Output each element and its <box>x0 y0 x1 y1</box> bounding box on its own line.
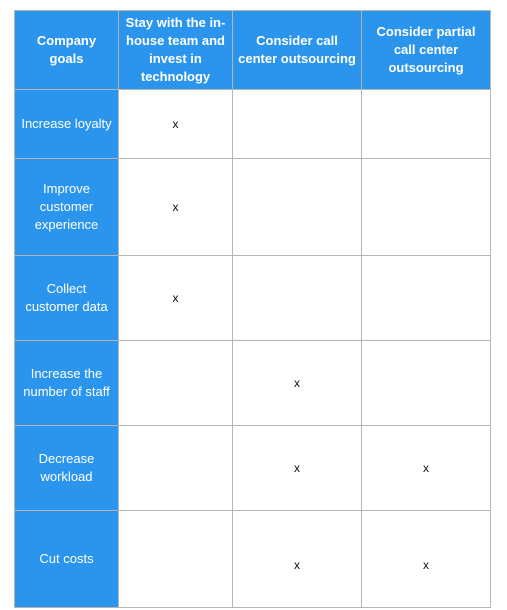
mark-cell <box>118 510 233 608</box>
header-row: Company goals Stay with the in-house tea… <box>14 10 491 90</box>
goal-cell: Decrease workload <box>14 425 119 511</box>
goal-cell: Increase loyalty <box>14 89 119 159</box>
mark-cell <box>118 340 233 426</box>
mark-cell <box>361 89 491 159</box>
header-outsourcing: Consider call center outsourcing <box>232 10 362 90</box>
mark-cell: x <box>118 158 233 256</box>
goal-cell: Increase the number of staff <box>14 340 119 426</box>
goal-cell: Cut costs <box>14 510 119 608</box>
mark-cell: x <box>361 425 491 511</box>
mark-cell: x <box>118 89 233 159</box>
mark-cell <box>361 340 491 426</box>
goal-cell: Improve customer experience <box>14 158 119 256</box>
table-row: Decrease workload x x <box>14 425 491 511</box>
mark-cell: x <box>361 510 491 608</box>
goals-comparison-table: Company goals Stay with the in-house tea… <box>14 10 491 608</box>
mark-cell <box>118 425 233 511</box>
table-row: Cut costs x x <box>14 510 491 608</box>
table-row: Collect customer data x <box>14 255 491 341</box>
table-row: Increase loyalty x <box>14 89 491 159</box>
table-row: Increase the number of staff x <box>14 340 491 426</box>
mark-cell <box>232 255 362 341</box>
header-company-goals: Company goals <box>14 10 119 90</box>
table-row: Improve customer experience x <box>14 158 491 256</box>
mark-cell <box>361 255 491 341</box>
header-partial-outsourcing: Consider partial call center outsourcing <box>361 10 491 90</box>
goal-cell: Collect customer data <box>14 255 119 341</box>
mark-cell: x <box>232 425 362 511</box>
header-in-house: Stay with the in-house team and invest i… <box>118 10 233 90</box>
mark-cell <box>361 158 491 256</box>
mark-cell: x <box>118 255 233 341</box>
mark-cell: x <box>232 510 362 608</box>
mark-cell <box>232 89 362 159</box>
mark-cell <box>232 158 362 256</box>
mark-cell: x <box>232 340 362 426</box>
